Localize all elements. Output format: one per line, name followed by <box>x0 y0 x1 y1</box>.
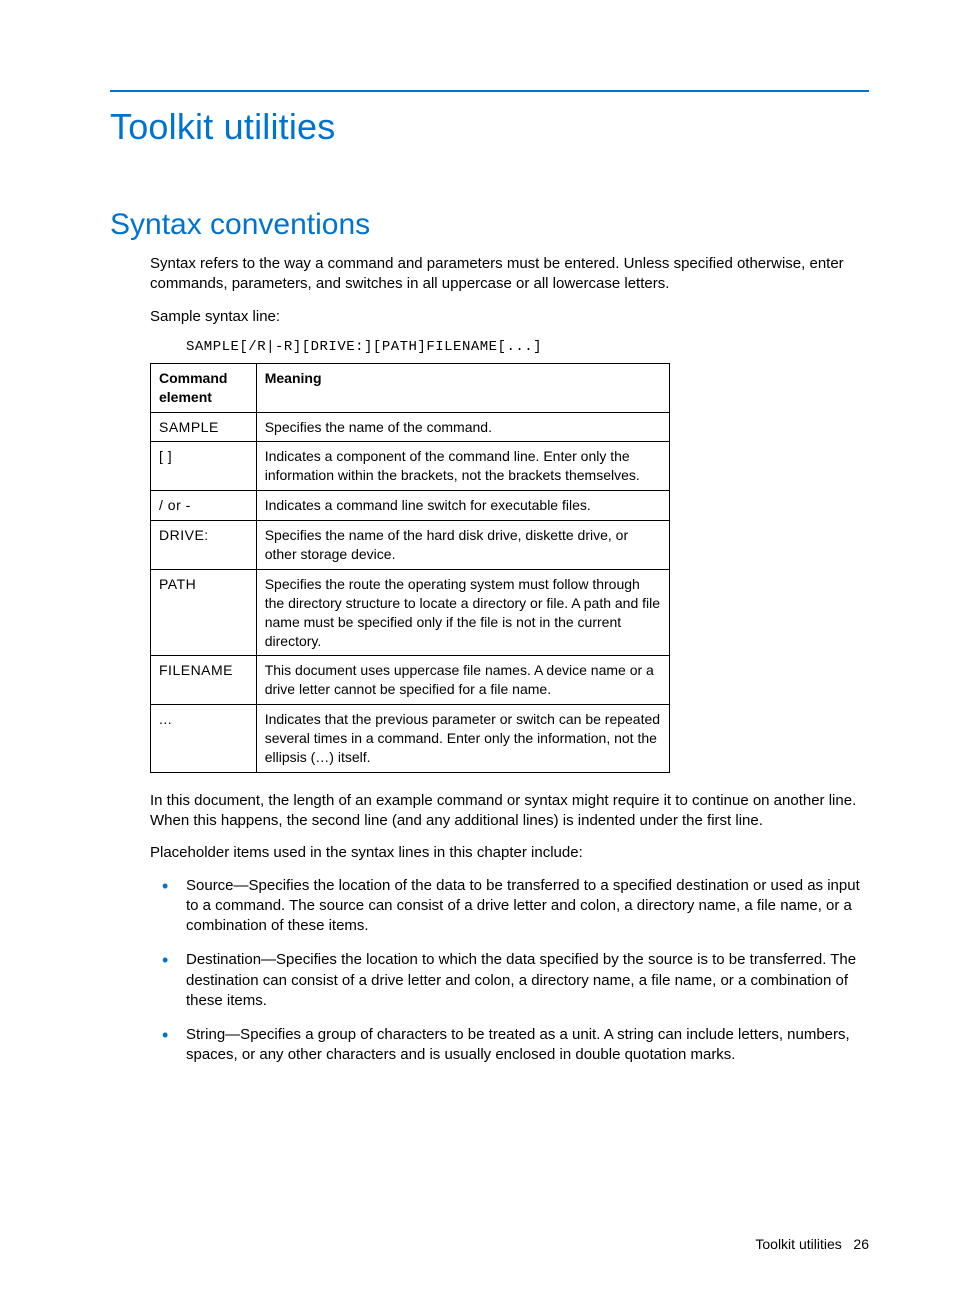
table-row: / or - Indicates a command line switch f… <box>151 491 670 521</box>
table-row: [ ] Indicates a component of the command… <box>151 442 670 491</box>
table-row: FILENAME This document uses uppercase fi… <box>151 656 670 705</box>
page-title: Toolkit utilities <box>110 106 869 148</box>
sample-code: SAMPLE[/R|-R][DRIVE:][PATH]FILENAME[...] <box>186 339 869 355</box>
cmd-element: [ ] <box>151 442 257 491</box>
page-footer: Toolkit utilities 26 <box>110 1236 869 1252</box>
page: Toolkit utilities Syntax conventions Syn… <box>0 0 954 1302</box>
section-heading: Syntax conventions <box>110 208 869 242</box>
sample-label: Sample syntax line: <box>150 307 869 327</box>
cmd-meaning: Specifies the route the operating system… <box>256 569 669 656</box>
cmd-meaning: Indicates a component of the command lin… <box>256 442 669 491</box>
cmd-element: ... <box>151 705 257 773</box>
intro-paragraph: Syntax refers to the way a command and p… <box>150 254 869 295</box>
cmd-element: PATH <box>151 569 257 656</box>
table-row: DRIVE: Specifies the name of the hard di… <box>151 521 670 570</box>
after-table-paragraph-1: In this document, the length of an examp… <box>150 791 869 832</box>
cmd-element: / or - <box>151 491 257 521</box>
cmd-element: FILENAME <box>151 656 257 705</box>
cmd-element: DRIVE: <box>151 521 257 570</box>
cmd-meaning: Specifies the name of the hard disk driv… <box>256 521 669 570</box>
list-item: Destination—Specifies the location to wh… <box>186 950 869 1011</box>
top-rule <box>110 90 869 92</box>
list-item: String—Specifies a group of characters t… <box>186 1025 869 1066</box>
table-row: SAMPLE Specifies the name of the command… <box>151 412 670 442</box>
cmd-meaning: Specifies the name of the command. <box>256 412 669 442</box>
after-table-paragraph-2: Placeholder items used in the syntax lin… <box>150 843 869 863</box>
body: Syntax refers to the way a command and p… <box>150 254 869 1066</box>
table-row: PATH Specifies the route the operating s… <box>151 569 670 656</box>
syntax-table: Command element Meaning SAMPLE Specifies… <box>150 363 670 773</box>
cmd-element: SAMPLE <box>151 412 257 442</box>
cmd-meaning: This document uses uppercase file names.… <box>256 656 669 705</box>
list-item: Source—Specifies the location of the dat… <box>186 876 869 937</box>
table-header-element: Command element <box>151 363 257 412</box>
footer-page-number: 26 <box>853 1236 869 1252</box>
table-row: ... Indicates that the previous paramete… <box>151 705 670 773</box>
table-header-meaning: Meaning <box>256 363 669 412</box>
cmd-meaning: Indicates a command line switch for exec… <box>256 491 669 521</box>
bullet-list: Source—Specifies the location of the dat… <box>186 876 869 1066</box>
footer-label: Toolkit utilities <box>755 1236 841 1252</box>
cmd-meaning: Indicates that the previous parameter or… <box>256 705 669 773</box>
